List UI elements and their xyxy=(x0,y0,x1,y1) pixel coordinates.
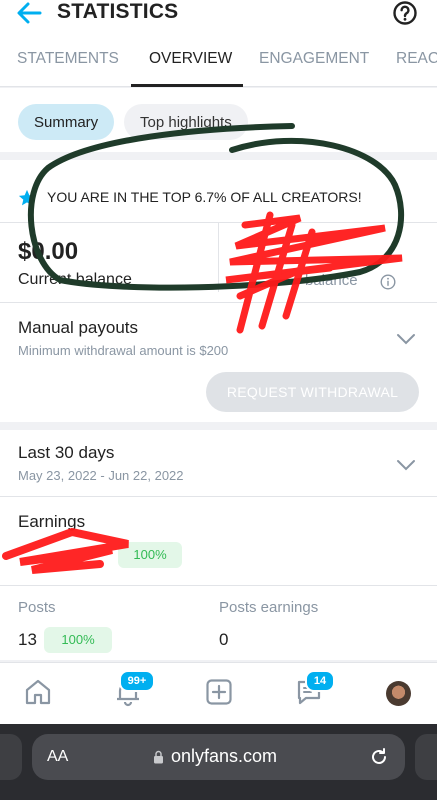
period-title: Last 30 days xyxy=(18,443,115,462)
reader-options-button[interactable]: AA xyxy=(47,748,68,766)
chip-summary[interactable]: Summary xyxy=(18,104,115,140)
active-tab-indicator xyxy=(131,84,243,87)
divider xyxy=(0,585,437,586)
manual-payouts-title: Manual payouts xyxy=(18,318,139,337)
current-balance-amount: $0.00 xyxy=(18,238,79,265)
posts-percent-badge: 100% xyxy=(44,627,112,653)
tab-reach[interactable]: REACH xyxy=(396,50,437,68)
stats-tabs: STATEMENTS OVERVIEW ENGAGEMENT REACH xyxy=(0,30,437,87)
top-creators-text: YOU ARE IN THE TOP 6.7% OF ALL CREATORS! xyxy=(47,189,362,205)
divider xyxy=(0,496,437,497)
posts-value: 13 xyxy=(18,630,37,649)
posts-earnings-value: 0 xyxy=(219,630,229,649)
browser-address-bar: AA onlyfans.com xyxy=(0,724,437,800)
tab-overview[interactable]: OVERVIEW xyxy=(149,50,232,68)
question-circle-icon[interactable] xyxy=(392,0,418,26)
request-withdrawal-button[interactable]: REQUEST WITHDRAWAL xyxy=(206,372,419,412)
star-icon xyxy=(18,189,36,206)
pending-balance-label: balance xyxy=(305,272,358,289)
chevron-down-icon[interactable] xyxy=(396,458,416,472)
info-icon[interactable] xyxy=(380,274,396,290)
url-field[interactable]: AA onlyfans.com xyxy=(32,734,405,780)
tab-statements[interactable]: STATEMENTS xyxy=(17,50,119,68)
divider xyxy=(0,302,437,303)
notifications-badge: 99+ xyxy=(119,670,155,692)
home-icon[interactable] xyxy=(23,677,53,707)
earnings-percent-badge: 100% xyxy=(118,542,182,568)
minimum-withdrawal-note: Minimum withdrawal amount is $200 xyxy=(18,343,229,358)
app-header: STATISTICS xyxy=(0,0,437,30)
posts-earnings-label: Posts earnings xyxy=(219,599,319,616)
chevron-down-icon[interactable] xyxy=(396,332,416,346)
messages-badge: 14 xyxy=(305,670,335,692)
divider xyxy=(218,222,219,292)
earnings-label: Earnings xyxy=(18,512,86,531)
arrow-left-icon[interactable] xyxy=(14,0,44,26)
posts-label: Posts xyxy=(18,599,56,616)
bottom-nav: 99+ 14 xyxy=(0,662,437,724)
avatar[interactable] xyxy=(386,681,411,706)
lock-icon xyxy=(154,750,163,764)
page-title: STATISTICS xyxy=(57,0,179,23)
next-tab-edge[interactable] xyxy=(415,734,437,780)
add-post-icon[interactable] xyxy=(204,677,234,707)
period-card xyxy=(0,430,437,660)
current-balance-label: Current balance xyxy=(18,271,132,288)
reload-icon[interactable] xyxy=(369,747,389,767)
period-range: May 23, 2022 - Jun 22, 2022 xyxy=(18,468,184,483)
previous-tab-edge[interactable] xyxy=(0,734,22,780)
chip-top-highlights[interactable]: Top highlights xyxy=(124,104,248,140)
tab-engagement[interactable]: ENGAGEMENT xyxy=(259,50,369,68)
url-text: onlyfans.com xyxy=(171,746,278,766)
